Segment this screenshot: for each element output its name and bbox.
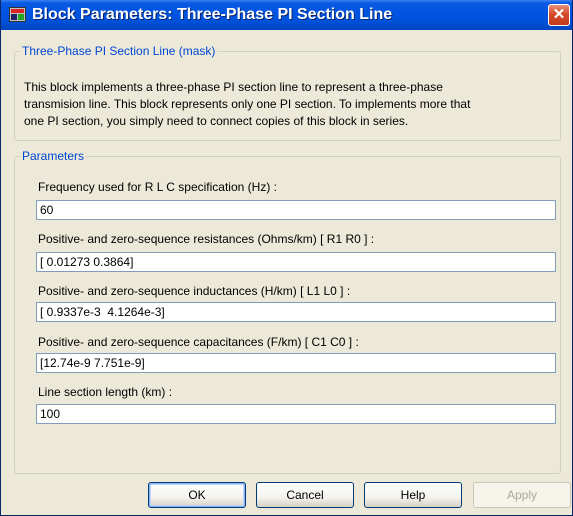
inductances-input[interactable] (36, 302, 556, 322)
close-button[interactable]: ✕ (548, 4, 570, 26)
description-line: one PI section, you simply need to conne… (24, 114, 409, 128)
window-title: Block Parameters: Three-Phase PI Section… (32, 6, 393, 23)
cancel-button[interactable]: Cancel (256, 482, 354, 508)
mask-description: This block implements a three-phase PI s… (24, 79, 554, 130)
resistances-label: Positive- and zero-sequence resistances … (38, 232, 375, 246)
ok-button[interactable]: OK (148, 482, 246, 508)
capacitances-input[interactable] (36, 353, 556, 373)
close-icon: ✕ (552, 6, 566, 23)
resistances-input[interactable] (36, 252, 556, 272)
title-bar[interactable]: Block Parameters: Three-Phase PI Section… (1, 0, 572, 30)
length-input[interactable] (36, 404, 556, 424)
apply-button[interactable]: Apply (473, 482, 571, 508)
mask-group-title: Three-Phase PI Section Line (mask) (22, 44, 216, 58)
block-parameters-dialog: Block Parameters: Three-Phase PI Section… (0, 0, 573, 516)
mask-description-group: Three-Phase PI Section Line (mask) This … (14, 44, 561, 141)
length-label: Line section length (km) : (38, 385, 173, 399)
description-line: This block implements a three-phase PI s… (24, 80, 443, 94)
frequency-input[interactable] (36, 200, 556, 220)
description-line: transmision line. This block represents … (24, 97, 471, 111)
help-button[interactable]: Help (364, 482, 462, 508)
inductances-label: Positive- and zero-sequence inductances … (38, 284, 351, 298)
simulink-block-icon (9, 7, 26, 22)
parameters-group-title: Parameters (22, 149, 85, 163)
capacitances-label: Positive- and zero-sequence capacitances… (38, 335, 359, 349)
frequency-label: Frequency used for R L C specification (… (38, 180, 277, 194)
